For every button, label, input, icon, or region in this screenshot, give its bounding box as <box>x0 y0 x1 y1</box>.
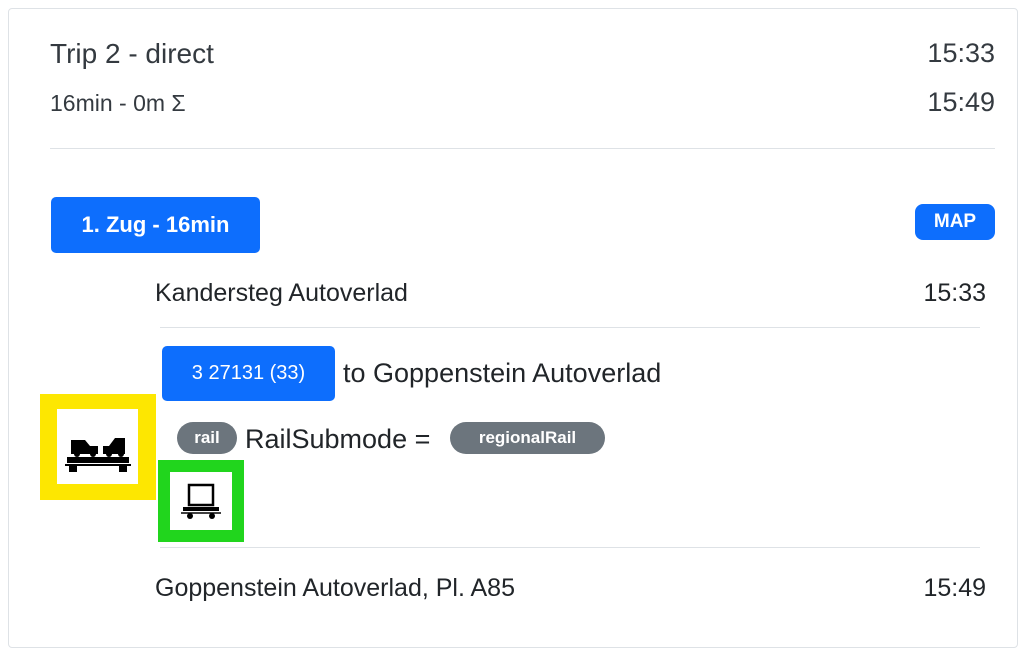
submode-label: RailSubmode = <box>245 424 431 454</box>
leg-badge: 1. Zug - 16min <box>51 197 260 253</box>
car-carrier-train-icon <box>57 409 138 484</box>
trip-divider <box>50 148 995 149</box>
to-stop-time: 15:49 <box>923 574 986 602</box>
trip-depart-time: 15:33 <box>927 38 995 68</box>
trip-summary: 16min - 0m Σ <box>50 90 186 116</box>
flat-wagon-icon <box>170 472 232 530</box>
trip-arrive-time: 15:49 <box>927 87 995 117</box>
trip-title: Trip 2 - direct <box>50 38 214 69</box>
map-button[interactable]: MAP <box>915 204 995 240</box>
to-stop-name: Goppenstein Autoverlad, Pl. A85 <box>155 574 515 602</box>
from-stop-time: 15:33 <box>923 279 986 307</box>
line-badge[interactable]: 3 27131 (33) <box>162 346 335 401</box>
mode-badge: rail <box>177 422 237 454</box>
stop-divider-bottom <box>160 547 980 548</box>
from-stop-name: Kandersteg Autoverlad <box>155 279 408 307</box>
submode-badge: regionalRail <box>450 422 605 454</box>
stop-divider-top <box>160 327 980 328</box>
direction-text: to Goppenstein Autoverlad <box>343 358 662 388</box>
